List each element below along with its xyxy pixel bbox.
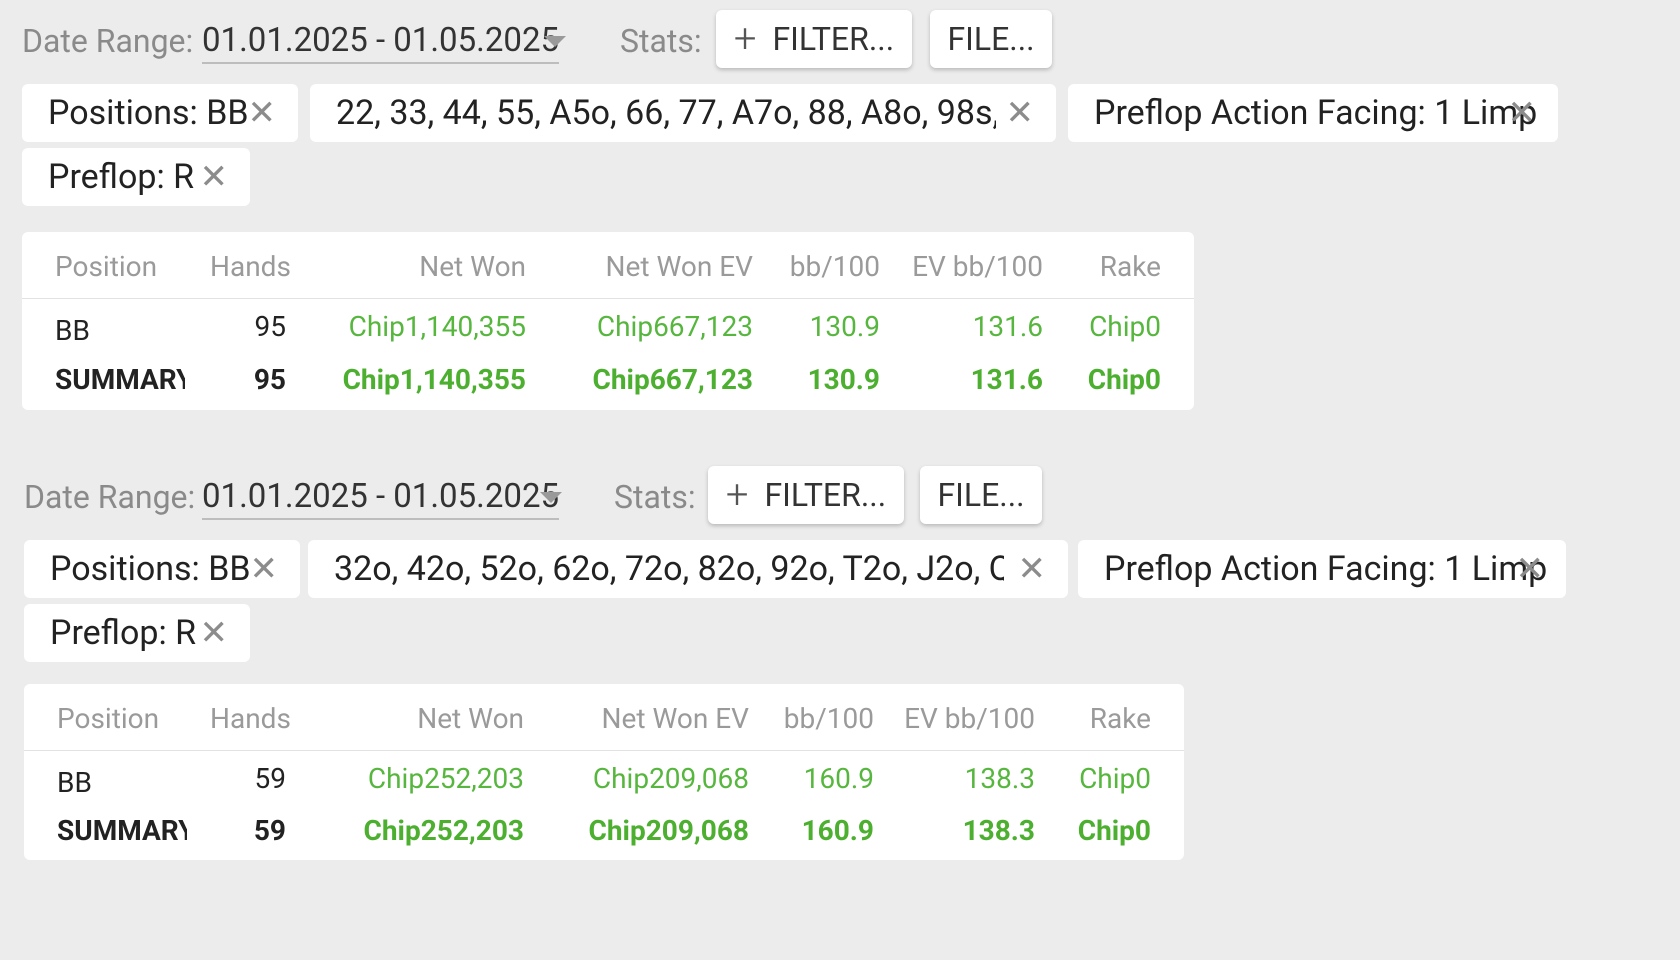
cell-ev-bb-100: 138.3 [962, 814, 1035, 847]
col-net-won-ev[interactable]: Net Won EV [606, 250, 753, 283]
file-button[interactable]: FILE... [920, 466, 1042, 524]
filter-chip-preflop-action[interactable]: Preflop Action Facing: 1 Limp ✕ [1078, 540, 1566, 598]
cell-rake: Chip0 [1077, 814, 1151, 847]
col-position[interactable]: Position [57, 702, 159, 735]
cell-hands: 59 [253, 814, 286, 847]
cell-hands: 95 [253, 363, 286, 396]
chip-label: 32o, 42o, 52o, 62o, 72o, 82o, 92o, T2o, … [334, 549, 1004, 589]
filter-chip-preflop[interactable]: Preflop: R ✕ [24, 604, 250, 662]
cell-rake: Chip0 [1089, 310, 1161, 343]
filter-chip-positions[interactable]: Positions: BB ✕ [24, 540, 300, 598]
col-net-won-ev[interactable]: Net Won EV [602, 702, 749, 735]
cell-rake: Chip0 [1079, 762, 1151, 795]
cell-bb-100: 130.9 [809, 310, 880, 343]
table-header: Position Hands Net Won Net Won EV bb/100… [24, 684, 1184, 751]
stats-label: Stats: [620, 22, 702, 60]
filter-chip-preflop[interactable]: Preflop: R ✕ [22, 148, 250, 206]
cell-net-won-ev: Chip667,123 [592, 363, 753, 396]
cell-net-won: Chip1,140,355 [342, 363, 526, 396]
chip-label: Preflop Action Facing: 1 Limp [1104, 549, 1548, 589]
stats-table: Position Hands Net Won Net Won EV bb/100… [22, 232, 1194, 410]
col-rake[interactable]: Rake [1090, 702, 1151, 735]
toolbar: Date Range: 01.01.2025 - 01.05.2025 Stat… [22, 10, 1222, 70]
cell-net-won-ev: Chip209,068 [588, 814, 749, 847]
col-net-won[interactable]: Net Won [417, 702, 524, 735]
date-range-select[interactable]: 01.01.2025 - 01.05.2025 [202, 477, 560, 520]
add-filter-button[interactable]: + FILTER... [716, 10, 912, 68]
date-range-label: Date Range: [22, 22, 194, 60]
col-ev-bb-100[interactable]: EV bb/100 [912, 250, 1043, 283]
toolbar: Date Range: 01.01.2025 - 01.05.2025 Stat… [24, 466, 1224, 526]
filter-chip-hands[interactable]: 22, 33, 44, 55, A5o, 66, 77, A7o, 88, A8… [310, 84, 1056, 142]
close-icon[interactable]: ✕ [200, 616, 229, 650]
filter-button-label: FILTER... [772, 20, 895, 58]
cell-net-won: Chip252,203 [367, 762, 524, 795]
stats-table: Position Hands Net Won Net Won EV bb/100… [24, 684, 1184, 860]
file-button-label: FILE... [937, 476, 1025, 514]
cell-net-won-ev: Chip209,068 [592, 762, 749, 795]
cell-net-won-ev: Chip667,123 [596, 310, 753, 343]
table-header: Position Hands Net Won Net Won EV bb/100… [22, 232, 1194, 299]
chevron-down-icon[interactable] [540, 492, 562, 503]
cell-bb-100: 130.9 [807, 363, 880, 396]
filter-chip-hands[interactable]: 32o, 42o, 52o, 62o, 72o, 82o, 92o, T2o, … [308, 540, 1068, 598]
chip-label: Preflop: R [50, 613, 197, 653]
chip-label: 22, 33, 44, 55, A5o, 66, 77, A7o, 88, A8… [336, 93, 996, 133]
cell-ev-bb-100: 138.3 [964, 762, 1035, 795]
col-bb-100[interactable]: bb/100 [790, 250, 880, 283]
close-icon[interactable]: ✕ [200, 160, 229, 194]
file-button[interactable]: FILE... [930, 10, 1052, 68]
chip-label: Preflop Action Facing: 1 Limp [1094, 93, 1538, 133]
cell-net-won: Chip1,140,355 [348, 310, 526, 343]
cell-ev-bb-100: 131.6 [972, 310, 1043, 343]
chip-label: Preflop: R [48, 157, 195, 197]
filter-chip-preflop-action[interactable]: Preflop Action Facing: 1 Limp ✕ [1068, 84, 1558, 142]
col-net-won[interactable]: Net Won [419, 250, 526, 283]
close-icon[interactable]: ✕ [250, 552, 279, 586]
chip-label: Positions: BB [48, 93, 249, 133]
cell-bb-100: 160.9 [801, 814, 874, 847]
cell-hands: 59 [254, 762, 286, 795]
cell-rake: Chip0 [1087, 363, 1161, 396]
close-icon[interactable]: ✕ [248, 96, 277, 130]
chevron-down-icon[interactable] [544, 36, 566, 47]
add-filter-button[interactable]: + FILTER... [708, 466, 904, 524]
file-button-label: FILE... [947, 20, 1035, 58]
col-hands[interactable]: Hands [210, 250, 291, 283]
cell-position: SUMMARY [57, 814, 187, 847]
stats-label: Stats: [614, 478, 696, 516]
plus-icon: + [725, 471, 749, 518]
filter-chip-positions[interactable]: Positions: BB ✕ [22, 84, 298, 142]
cell-position: SUMMARY [55, 363, 185, 396]
col-bb-100[interactable]: bb/100 [784, 702, 874, 735]
col-position[interactable]: Position [55, 250, 157, 283]
cell-position: BB [55, 314, 90, 347]
col-hands[interactable]: Hands [210, 702, 291, 735]
close-icon[interactable]: ✕ [1508, 96, 1537, 130]
col-rake[interactable]: Rake [1100, 250, 1161, 283]
chip-label: Positions: BB [50, 549, 251, 589]
cell-net-won: Chip252,203 [363, 814, 524, 847]
cell-position: BB [57, 766, 92, 799]
date-range-label: Date Range: [24, 478, 196, 516]
date-range-select[interactable]: 01.01.2025 - 01.05.2025 [202, 21, 560, 64]
filter-button-label: FILTER... [764, 476, 887, 514]
cell-bb-100: 160.9 [803, 762, 874, 795]
close-icon[interactable]: ✕ [1006, 96, 1035, 130]
cell-ev-bb-100: 131.6 [970, 363, 1043, 396]
cell-hands: 95 [254, 310, 286, 343]
close-icon[interactable]: ✕ [1018, 552, 1047, 586]
col-ev-bb-100[interactable]: EV bb/100 [904, 702, 1035, 735]
plus-icon: + [733, 15, 757, 62]
close-icon[interactable]: ✕ [1516, 552, 1545, 586]
